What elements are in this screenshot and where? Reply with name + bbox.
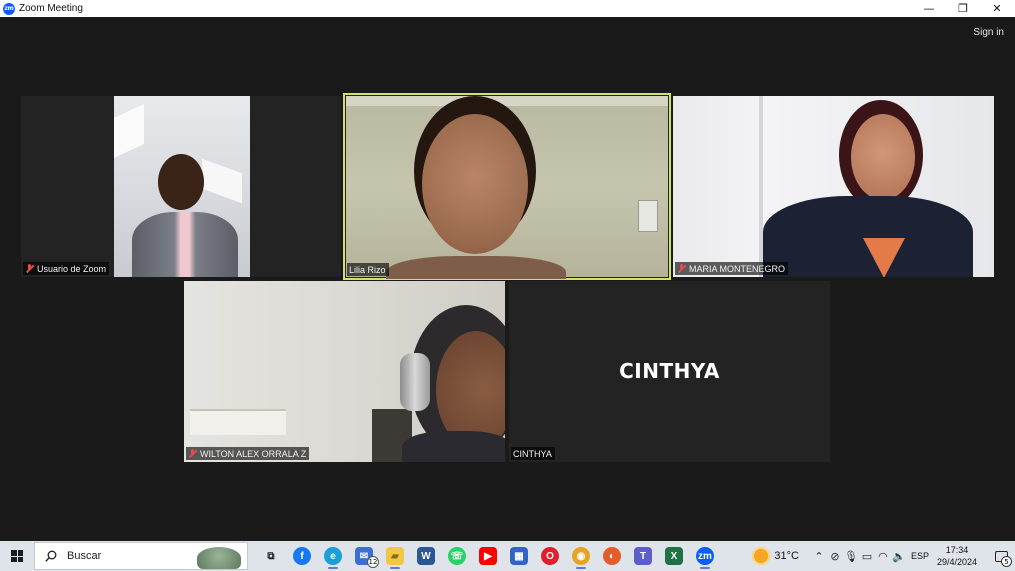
muted-mic-icon bbox=[677, 264, 686, 273]
notification-count-badge: 5 bbox=[1001, 556, 1012, 567]
minimize-button[interactable]: — bbox=[912, 0, 946, 17]
task-view-icon: ⧉ bbox=[262, 547, 280, 565]
edge-taskbar-button[interactable]: e bbox=[320, 543, 346, 569]
mail-unread-badge: 12 bbox=[367, 556, 379, 568]
zoom-meeting-window: zm Zoom Meeting — ❐ ✕ Sign in Usuario de… bbox=[0, 0, 1015, 571]
window-title: Zoom Meeting bbox=[19, 3, 83, 14]
chrome-icon: ◉ bbox=[572, 547, 590, 565]
title-bar: zm Zoom Meeting — ❐ ✕ bbox=[0, 0, 1015, 17]
participant-nameplate: CINTHYA bbox=[511, 447, 555, 460]
zoom-icon: zm bbox=[696, 547, 714, 565]
word-taskbar-button[interactable]: W bbox=[413, 543, 439, 569]
wifi-icon[interactable]: ◠ bbox=[875, 550, 891, 563]
video-feed bbox=[673, 96, 994, 277]
participant-nameplate: Lilia Rizo bbox=[347, 263, 389, 276]
participant-name: MARIA MONTENEGRO bbox=[689, 263, 786, 274]
speaker-volume-icon[interactable]: 🔈 bbox=[891, 550, 907, 563]
participant-nameplate: WILTON ALEX ORRALA Z bbox=[186, 447, 310, 460]
video-feed bbox=[114, 96, 250, 277]
participant-name: WILTON ALEX ORRALA Z bbox=[200, 448, 307, 459]
file-explorer-taskbar-button[interactable]: ▰ bbox=[382, 543, 408, 569]
search-highlight-image bbox=[197, 547, 241, 569]
chrome-taskbar-button[interactable]: ◉ bbox=[568, 543, 594, 569]
start-button[interactable] bbox=[0, 541, 34, 571]
show-hidden-icons-chevron-icon[interactable]: ⌃ bbox=[811, 550, 827, 563]
search-icon bbox=[45, 550, 57, 562]
task-view-taskbar-button[interactable]: ⧉ bbox=[258, 543, 284, 569]
video-feed bbox=[346, 96, 668, 279]
firefox-icon: ◐ bbox=[603, 547, 621, 565]
opera-icon: O bbox=[541, 547, 559, 565]
youtube-icon: ▶ bbox=[479, 547, 497, 565]
video-tile-wilton-alex-orrala-z[interactable]: WILTON ALEX ORRALA Z bbox=[184, 281, 505, 462]
teams-icon: T bbox=[634, 547, 652, 565]
facebook-icon: f bbox=[293, 547, 311, 565]
excel-taskbar-button[interactable]: X bbox=[661, 543, 687, 569]
battery-icon[interactable]: ▭ bbox=[859, 550, 875, 563]
participant-nameplate: MARIA MONTENEGRO bbox=[675, 262, 789, 275]
weather-temperature: 31°C bbox=[774, 550, 799, 562]
opera-taskbar-button[interactable]: O bbox=[537, 543, 563, 569]
mail-taskbar-button[interactable]: ✉ 12 bbox=[351, 543, 379, 569]
participant-name: Usuario de Zoom bbox=[37, 263, 107, 274]
taskbar-search-box[interactable] bbox=[34, 542, 248, 570]
file-explorer-icon: ▰ bbox=[386, 547, 404, 565]
calendar-taskbar-button[interactable]: ▦ bbox=[506, 543, 532, 569]
video-tile-lilia-rizo[interactable]: Lilia Rizo bbox=[343, 93, 671, 280]
edge-icon: e bbox=[324, 547, 342, 565]
zoom-logo-icon: zm bbox=[3, 2, 15, 15]
zoom-taskbar-button[interactable]: zm bbox=[692, 543, 718, 569]
system-tray: 31°C ⌃ ⊘ 🎙 ▭ ◠ 🔈 ESP 17:34 29/4/2024 5 bbox=[754, 541, 1015, 571]
microphone-icon[interactable]: 🎙 bbox=[843, 550, 859, 563]
video-tile-cinthya[interactable]: CINTHYA CINTHYA bbox=[509, 281, 830, 462]
participant-name: Lilia Rizo bbox=[349, 264, 386, 275]
video-tile-maria-montenegro[interactable]: MARIA MONTENEGRO bbox=[673, 96, 994, 277]
calendar-icon: ▦ bbox=[510, 547, 528, 565]
whatsapp-icon: ☏ bbox=[448, 547, 466, 565]
search-input[interactable] bbox=[67, 550, 177, 562]
whatsapp-taskbar-button[interactable]: ☏ bbox=[444, 543, 470, 569]
teams-taskbar-button[interactable]: T bbox=[630, 543, 656, 569]
participant-display-name: CINTHYA bbox=[619, 359, 720, 383]
clock-time: 17:34 bbox=[945, 545, 969, 555]
video-feed bbox=[184, 281, 505, 462]
privacy-eye-icon[interactable]: ⊘ bbox=[827, 550, 843, 563]
muted-mic-icon bbox=[25, 264, 34, 273]
facebook-taskbar-button[interactable]: f bbox=[289, 543, 315, 569]
word-icon: W bbox=[417, 547, 435, 565]
participant-name: CINTHYA bbox=[513, 448, 552, 459]
windows-taskbar: ⧉ fe ✉12 ▰ W ☏ ▶ ▦ O ◉ ◐ TXzm 31°C ⌃ ⊘ 🎙 ▭ ◠ 🔈 ESP … bbox=[0, 541, 1015, 571]
youtube-taskbar-button[interactable]: ▶ bbox=[475, 543, 501, 569]
video-tile-usuario-de-zoom[interactable]: Usuario de Zoom bbox=[21, 96, 341, 277]
weather-widget[interactable]: 31°C bbox=[754, 549, 799, 563]
firefox-taskbar-button[interactable]: ◐ bbox=[599, 543, 625, 569]
taskbar-pinned-apps: ⧉ f e ✉ 12 ▰ W ☏ ▶ ▦ O ◉ ◐ T Xzm bbox=[258, 543, 718, 569]
windows-logo-icon bbox=[11, 550, 23, 562]
input-language[interactable]: ESP bbox=[911, 551, 929, 561]
participant-nameplate: Usuario de Zoom bbox=[23, 262, 110, 275]
muted-mic-icon bbox=[188, 449, 197, 458]
notification-center-button[interactable]: 5 bbox=[987, 541, 1015, 571]
taskbar-clock[interactable]: 17:34 29/4/2024 bbox=[937, 544, 977, 568]
clock-date: 29/4/2024 bbox=[936, 557, 977, 567]
excel-icon: X bbox=[665, 547, 683, 565]
sign-in-link[interactable]: Sign in bbox=[973, 27, 1004, 38]
close-button[interactable]: ✕ bbox=[980, 0, 1014, 17]
restore-button[interactable]: ❐ bbox=[946, 0, 980, 17]
weather-sun-icon bbox=[754, 549, 769, 563]
